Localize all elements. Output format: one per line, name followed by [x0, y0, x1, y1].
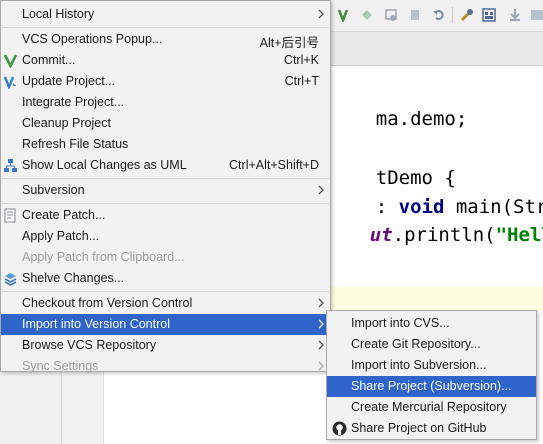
terminal-icon[interactable] — [528, 6, 543, 24]
menu-item-create-patch[interactable]: Create Patch... — [1, 205, 330, 226]
main-toolbar — [330, 0, 543, 32]
update-project-icon — [2, 73, 19, 90]
annotate-icon[interactable] — [406, 6, 424, 24]
menu-item-import-version-control[interactable]: Import into Version Control — [1, 314, 330, 335]
patch-icon — [2, 207, 19, 224]
menu-separator — [2, 27, 329, 28]
submenu-item-share-project-github[interactable]: Share Project on GitHub — [327, 418, 536, 439]
menu-item-subversion[interactable]: Subversion — [1, 180, 330, 201]
menu-item-apply-patch-clipboard[interactable]: Apply Patch from Clipboard... — [1, 247, 330, 268]
menu-item-integrate-project[interactable]: Integrate Project... — [1, 92, 330, 113]
editor-tab-strip — [330, 32, 543, 66]
toolbar-separator — [448, 6, 456, 24]
submenu-item-create-git-repository[interactable]: Create Git Repository... — [327, 334, 536, 355]
menu-item-update-project[interactable]: Update Project... Ctrl+T — [1, 71, 330, 92]
menu-item-commit[interactable]: Commit... Ctrl+K — [1, 50, 330, 71]
revert-icon[interactable] — [430, 6, 448, 24]
submenu-item-import-subversion[interactable]: Import into Subversion... — [327, 355, 536, 376]
current-line-highlight — [330, 287, 543, 311]
menu-item-cleanup-project[interactable]: Cleanup Project — [1, 113, 330, 134]
submenu-arrow-icon — [318, 319, 324, 329]
project-panel-edge — [62, 372, 104, 444]
submenu-item-share-project-subversion[interactable]: Share Project (Subversion)... — [327, 376, 536, 397]
import-vcs-submenu: Import into CVS... Create Git Repository… — [326, 310, 537, 440]
uml-diagram-icon — [2, 157, 19, 174]
menu-separator — [2, 203, 329, 204]
shelve-icon — [2, 270, 19, 287]
submenu-arrow-icon — [318, 185, 324, 195]
history-icon[interactable] — [382, 6, 400, 24]
compare-icon[interactable] — [358, 6, 376, 24]
settings-wrench-icon[interactable] — [458, 6, 476, 24]
submenu-arrow-icon — [318, 361, 324, 371]
submenu-item-create-mercurial-repository[interactable]: Create Mercurial Repository — [327, 397, 536, 418]
menu-item-shelve-changes[interactable]: Shelve Changes... — [1, 268, 330, 289]
github-icon — [331, 420, 348, 437]
download-icon[interactable] — [506, 6, 524, 24]
code-line-package: ma.demo; — [375, 108, 468, 130]
project-panel-body — [104, 372, 327, 444]
commit-icon — [2, 52, 19, 69]
project-structure-icon[interactable] — [480, 6, 498, 24]
menu-item-browse-vcs-repository[interactable]: Browse VCS Repository — [1, 335, 330, 356]
code-line-println: ut.println("Hello — [369, 224, 543, 246]
submenu-arrow-icon — [318, 298, 324, 308]
submenu-item-import-cvs[interactable]: Import into CVS... — [327, 313, 536, 334]
menu-item-checkout-version-control[interactable]: Checkout from Version Control — [1, 293, 330, 314]
vcs-menu: Local History VCS Operations Popup... Al… — [0, 0, 331, 373]
menu-item-sync-settings[interactable]: Sync Settings — [1, 356, 330, 373]
menu-item-local-history[interactable]: Local History — [1, 4, 330, 25]
menu-item-apply-patch[interactable]: Apply Patch... — [1, 226, 330, 247]
menu-item-show-local-changes-uml[interactable]: Show Local Changes as UML Ctrl+Alt+Shift… — [1, 155, 330, 176]
menu-separator — [2, 178, 329, 179]
menu-item-vcs-operations-popup[interactable]: VCS Operations Popup... Alt+后引号 — [1, 29, 330, 50]
menu-item-refresh-file-status[interactable]: Refresh File Status — [1, 134, 330, 155]
menu-separator — [2, 291, 329, 292]
submenu-arrow-icon — [318, 9, 324, 19]
left-tool-strip — [0, 372, 62, 444]
vcs-branch-icon[interactable] — [334, 6, 352, 24]
submenu-arrow-icon — [318, 340, 324, 350]
